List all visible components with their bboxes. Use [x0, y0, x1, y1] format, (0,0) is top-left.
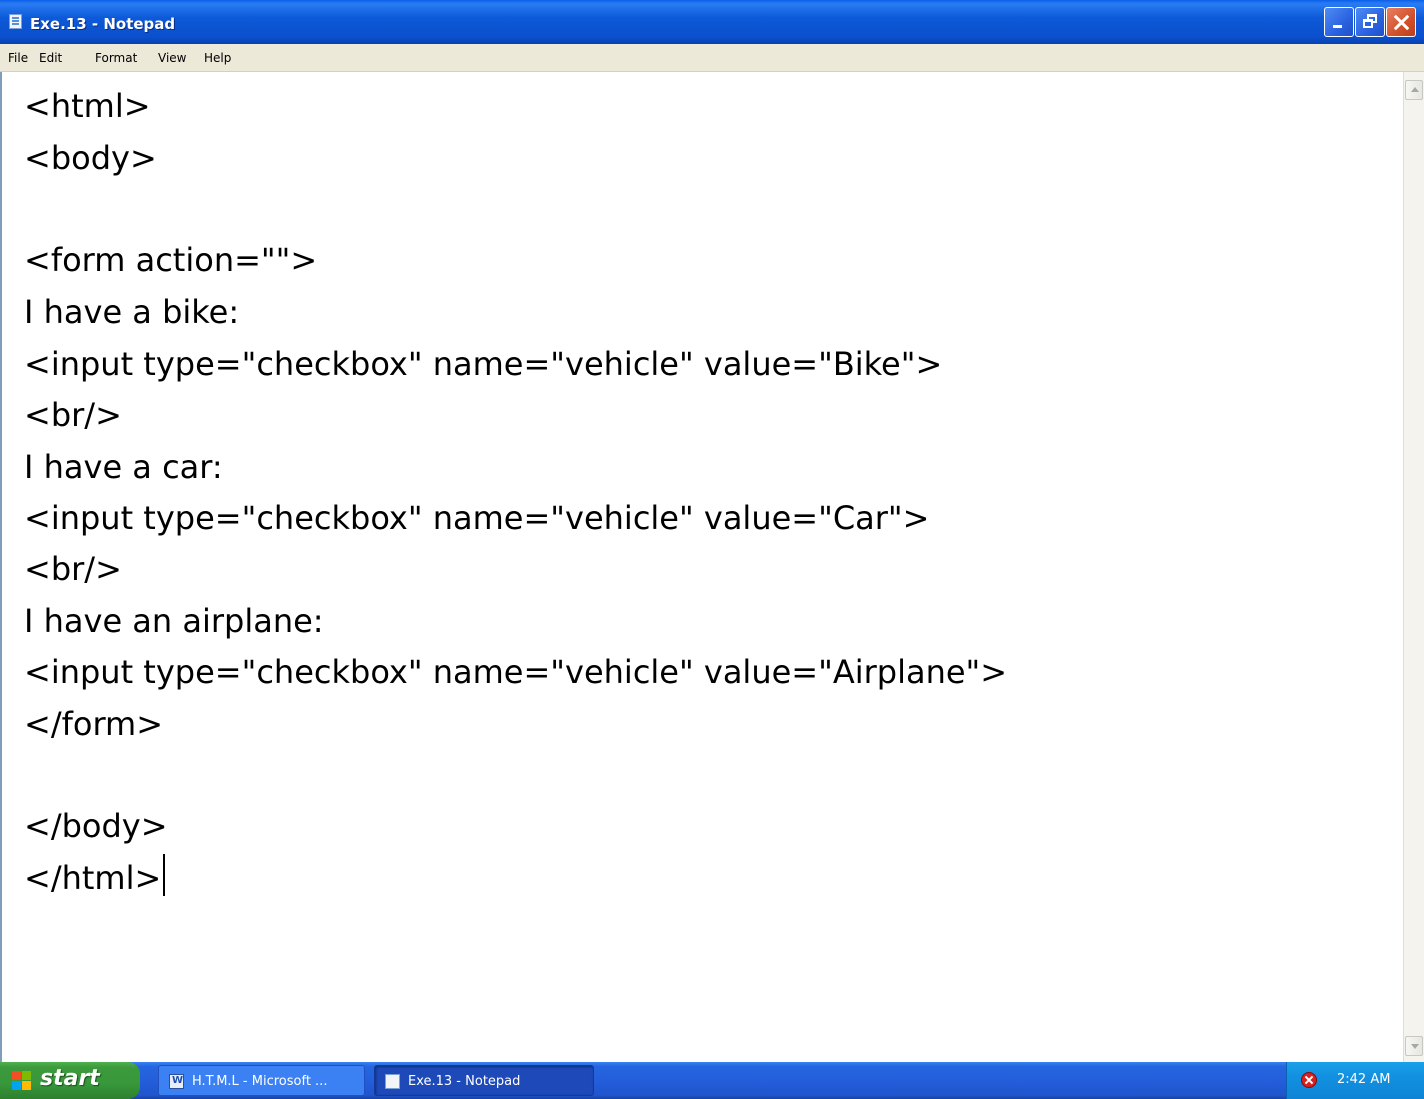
taskbar-item-label: H.T.M.L - Microsoft ...	[192, 1074, 328, 1089]
editor-line: <body>	[24, 139, 157, 177]
security-alert-icon[interactable]	[1301, 1072, 1317, 1088]
restore-button[interactable]	[1355, 7, 1385, 37]
title-bar[interactable]: Exe.13 - Notepad	[0, 0, 1424, 44]
taskbar-item-word[interactable]: H.T.M.L - Microsoft ...	[158, 1065, 365, 1096]
taskbar-item-label: Exe.13 - Notepad	[408, 1074, 521, 1089]
editor-line: </html>	[24, 859, 162, 897]
editor-line: <form action="">	[24, 241, 318, 279]
taskbar-item-notepad[interactable]: Exe.13 - Notepad	[374, 1065, 594, 1096]
text-caret	[163, 854, 165, 896]
editor-line: <input type="checkbox" name="vehicle" va…	[24, 345, 943, 383]
minimize-button[interactable]	[1324, 7, 1354, 37]
text-editor[interactable]: <html> <body> <form action=""> I have a …	[0, 72, 1403, 1062]
editor-line: I have an airplane:	[24, 602, 324, 640]
menu-file[interactable]: File	[8, 51, 28, 65]
editor-line: I have a bike:	[24, 293, 240, 331]
scroll-down-button[interactable]	[1405, 1036, 1423, 1056]
menu-help[interactable]: Help	[204, 51, 231, 65]
editor-line: I have a car:	[24, 448, 223, 486]
close-button[interactable]	[1386, 7, 1416, 37]
windows-logo-icon	[12, 1071, 32, 1091]
menu-view[interactable]: View	[158, 51, 186, 65]
editor-line: <input type="checkbox" name="vehicle" va…	[24, 499, 930, 537]
editor-line: <input type="checkbox" name="vehicle" va…	[24, 653, 1008, 691]
word-document-icon	[169, 1074, 184, 1089]
menu-bar: File Edit Format View Help	[0, 44, 1424, 72]
taskbar: start H.T.M.L - Microsoft ... Exe.13 - N…	[0, 1062, 1424, 1099]
clock[interactable]: 2:42 AM	[1337, 1072, 1390, 1087]
notepad-icon[interactable]	[9, 14, 22, 29]
editor-line: </form>	[24, 705, 164, 743]
scroll-up-button[interactable]	[1405, 80, 1423, 100]
editor-line: <br/>	[24, 550, 122, 588]
window-title: Exe.13 - Notepad	[30, 15, 176, 33]
menu-edit[interactable]: Edit	[39, 51, 62, 65]
system-tray: 2:42 AM	[1286, 1062, 1424, 1099]
editor-line: <html>	[24, 87, 151, 125]
notepad-icon	[385, 1074, 400, 1089]
editor-line: <br/>	[24, 396, 122, 434]
vertical-scrollbar[interactable]	[1403, 72, 1424, 1062]
start-button[interactable]: start	[0, 1062, 140, 1099]
editor-line: </body>	[24, 807, 168, 845]
start-label: start	[40, 1066, 100, 1091]
menu-format[interactable]: Format	[95, 51, 137, 65]
